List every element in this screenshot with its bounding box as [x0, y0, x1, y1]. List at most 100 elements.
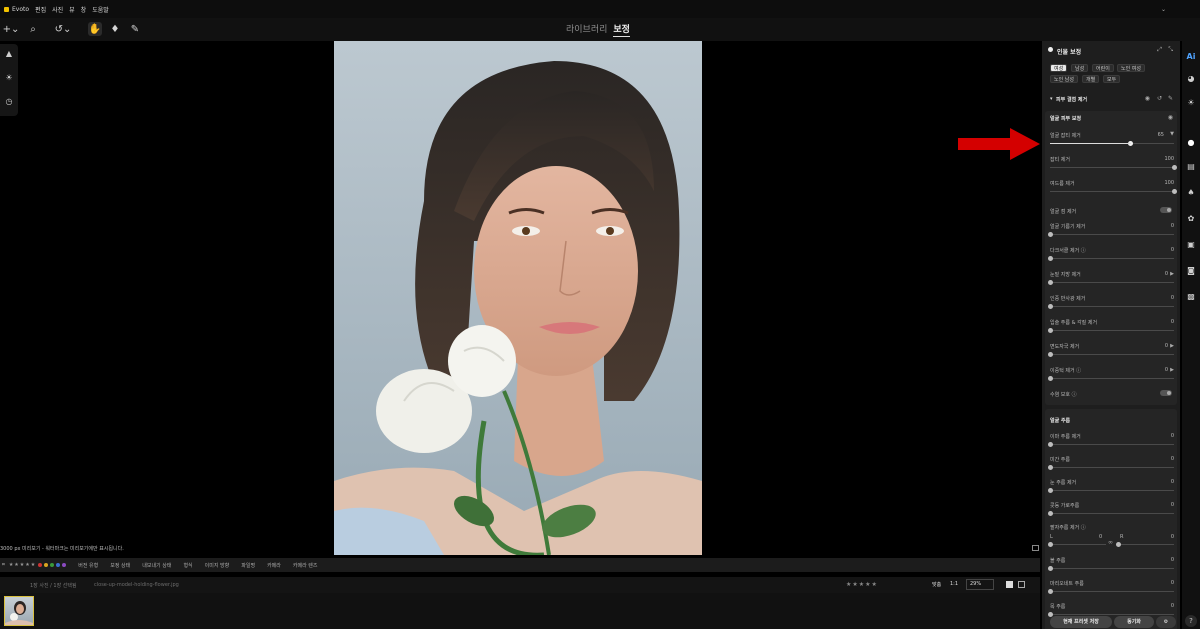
slider-value[interactable]: 100 [1164, 180, 1174, 186]
slider-knob[interactable] [1048, 304, 1053, 309]
chip-all[interactable]: 모두 [1103, 75, 1121, 83]
menu-view[interactable]: 뷰 [69, 5, 75, 14]
slider-knob[interactable] [1048, 280, 1053, 285]
color-label-green[interactable] [50, 563, 55, 567]
filter-retouch-state[interactable]: 보정 상태 [110, 562, 130, 569]
hand-tool-icon[interactable]: ✋ [88, 22, 102, 36]
slider-track[interactable] [1050, 165, 1177, 170]
slider-knob[interactable] [1171, 165, 1177, 170]
slider-knob[interactable] [1048, 256, 1053, 261]
chip-elder-male[interactable]: 노인 남성 [1050, 75, 1078, 83]
dropdown-triangle-icon[interactable]: ▼ [1170, 131, 1174, 137]
zoom-fit-button[interactable]: 맞춤 [932, 581, 941, 588]
chip-elder-female[interactable]: 노인 여성 [1117, 64, 1145, 72]
tab-retouch[interactable]: 보정 [613, 22, 630, 37]
slider-knob[interactable] [1048, 376, 1053, 381]
star-rating[interactable]: ★★★★★ [846, 581, 878, 588]
photo-thumbnail[interactable] [4, 596, 34, 626]
slider-knob[interactable] [1048, 589, 1053, 594]
slider-knob[interactable] [1048, 232, 1053, 237]
save-preset-button[interactable]: 현재 프리셋 저장 [1050, 616, 1112, 628]
slider-knob[interactable] [1048, 566, 1053, 571]
slider-track[interactable] [1048, 304, 1174, 309]
section-caret-icon[interactable]: ▾ [1050, 96, 1053, 102]
slider-track[interactable] [1048, 256, 1174, 261]
slider-track[interactable] [1048, 566, 1174, 571]
expand-triangle-icon[interactable]: ▶ [1170, 343, 1174, 349]
slider-value[interactable]: 0 [1171, 223, 1174, 229]
expand-triangle-icon[interactable]: ▶ [1170, 271, 1174, 277]
filter-camera[interactable]: 카메라 [267, 562, 281, 569]
slider-track[interactable] [1048, 511, 1174, 516]
camera-icon[interactable]: ◙ [1185, 265, 1197, 277]
menu-window[interactable]: 창 [81, 5, 87, 14]
chip-child[interactable]: 어린이 [1092, 64, 1114, 72]
slider-track[interactable] [1048, 465, 1174, 470]
chip-male[interactable]: 남성 [1071, 64, 1089, 72]
slider-knob[interactable] [1048, 511, 1053, 516]
light-icon[interactable]: ☀ [1185, 97, 1197, 109]
mole-toggle[interactable] [1160, 207, 1172, 213]
menu-help[interactable]: 도움말 [92, 5, 109, 14]
stamp-tool-icon[interactable]: ♦ [108, 22, 122, 36]
slider-knob[interactable] [1116, 542, 1121, 547]
visibility-icon[interactable]: ◉ [1145, 95, 1150, 102]
nasolabial-r-value[interactable]: 0 [1171, 534, 1174, 540]
single-view-icon[interactable] [1006, 581, 1013, 588]
window-chevron-icon[interactable]: ⌄ [1161, 6, 1166, 13]
filter-icon[interactable]: ⌗ [2, 562, 5, 568]
menu-edit[interactable]: 편집 [35, 5, 46, 14]
slider-track[interactable] [1048, 232, 1174, 237]
slider-value[interactable]: 0 [1165, 343, 1168, 349]
slider-knob[interactable] [1171, 189, 1177, 194]
collapse-icon[interactable]: ⤡ [1168, 46, 1173, 54]
reset-icon[interactable]: ↺ [1157, 95, 1162, 102]
ai-icon[interactable]: Ai [1185, 51, 1197, 63]
slider-value[interactable]: 0 [1165, 271, 1168, 277]
filter-export-state[interactable]: 내보내기 상태 [142, 562, 171, 569]
filter-lens[interactable]: 카메라 렌즈 [293, 562, 318, 569]
filter-orientation[interactable]: 이미지 방향 [205, 562, 230, 569]
color-label-purple[interactable] [62, 563, 67, 567]
slider-track[interactable] [1050, 141, 1174, 146]
slider-knob[interactable] [1048, 488, 1053, 493]
slider-track[interactable] [1048, 612, 1174, 617]
slider-value[interactable]: 0 [1171, 479, 1174, 485]
expand-triangle-icon[interactable]: ▶ [1170, 367, 1174, 373]
slider-value[interactable]: 0 [1171, 502, 1174, 508]
compare-view-icon[interactable] [1018, 581, 1025, 588]
slider-value[interactable]: 0 [1171, 433, 1174, 439]
slider-track[interactable] [1048, 488, 1174, 493]
filter-filename[interactable]: 파일명 [241, 562, 255, 569]
nasolabial-l-value[interactable]: 0 [1099, 534, 1102, 540]
slider-value[interactable]: 0 [1171, 295, 1174, 301]
slider-track[interactable] [1048, 280, 1174, 285]
undo-icon[interactable]: ↺⌄ [52, 22, 74, 36]
export-icon[interactable]: ▩ [1185, 291, 1197, 303]
slider-value[interactable]: 0 [1171, 456, 1174, 462]
menu-photo[interactable]: 사진 [52, 5, 63, 14]
history-icon[interactable]: ◷ [3, 96, 15, 108]
paw-icon[interactable]: ✿ [1185, 213, 1197, 225]
shirt-icon[interactable]: ♠ [1185, 187, 1197, 199]
slider-track-left[interactable] [1048, 542, 1106, 547]
edit-icon[interactable]: ✎ [1168, 95, 1173, 102]
color-label-red[interactable] [38, 563, 43, 567]
app-name[interactable]: Evoto [12, 6, 29, 13]
adjust-tool-icon[interactable]: ☀ [3, 72, 15, 84]
zoom-select[interactable]: 29% [966, 579, 994, 590]
slider-track[interactable] [1048, 328, 1174, 333]
slider-knob[interactable] [1048, 442, 1053, 447]
add-icon[interactable]: +⌄ [2, 22, 20, 36]
slider-knob[interactable] [1048, 328, 1053, 333]
slider-knob[interactable] [1048, 465, 1053, 470]
help-icon[interactable]: ? [1185, 615, 1197, 627]
filter-version-type[interactable]: 버전 유형 [78, 562, 98, 569]
sync-button[interactable]: 동기화 [1114, 616, 1154, 628]
search-icon[interactable]: ⌕ [26, 22, 40, 36]
link-icon[interactable]: ∞ [1108, 539, 1113, 546]
panel-toggle-icon[interactable] [1032, 545, 1039, 551]
slider-knob[interactable] [1048, 542, 1053, 547]
color-label-yellow[interactable] [44, 563, 49, 567]
section-blemish[interactable]: 피부 결점 제거 [1056, 96, 1087, 103]
